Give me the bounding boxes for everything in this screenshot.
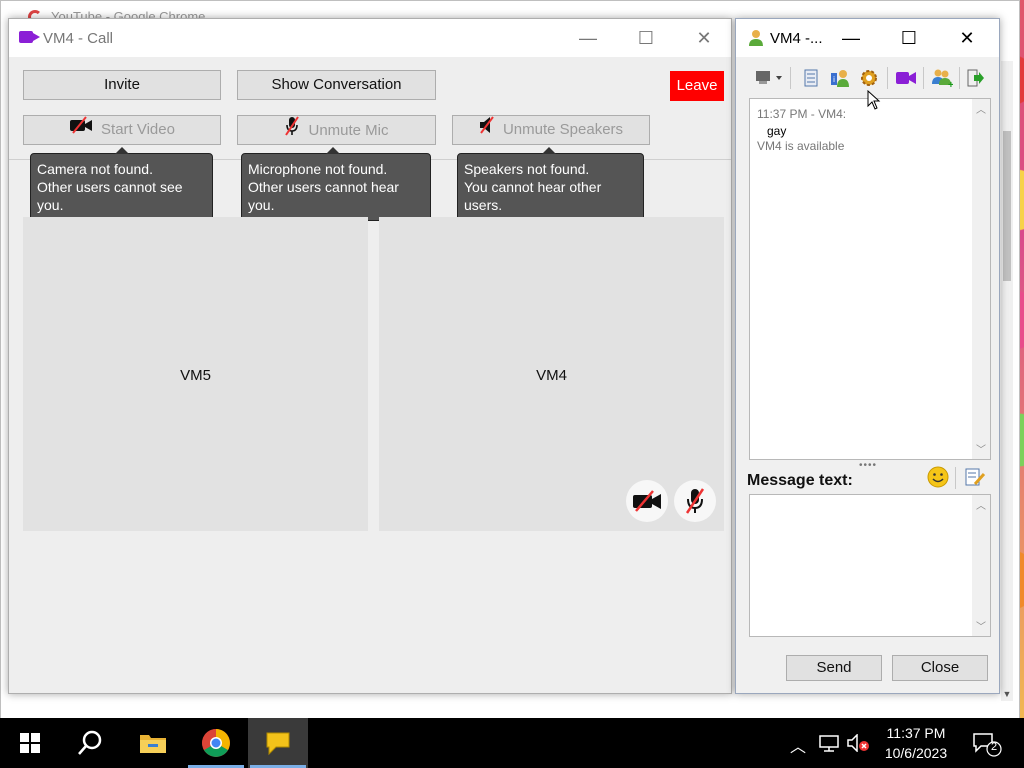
unmute-speakers-button[interactable]: Unmute Speakers (452, 115, 650, 145)
video-call-icon[interactable] (895, 67, 917, 89)
close-conversation-button[interactable]: Close (892, 655, 988, 681)
input-scrollbar[interactable]: ︿ ﹀ (972, 495, 990, 636)
invite-button[interactable]: Invite (23, 70, 221, 100)
computer-dropdown-icon[interactable] (754, 67, 784, 89)
unmute-mic-button[interactable]: Unmute Mic (237, 115, 436, 145)
user-icon (748, 29, 764, 52)
scroll-down-arrow-icon[interactable]: ﹀ (972, 441, 990, 457)
chrome-scrollbar[interactable]: ▼ (1001, 61, 1013, 701)
tooltip-line: Microphone not found. (248, 161, 388, 177)
notifications-icon[interactable]: 2 (972, 731, 1002, 762)
message-timestamp: 11:37 PM - VM4: (757, 107, 847, 121)
message-input[interactable]: ︿ ﹀ (749, 494, 991, 637)
tooltip-line: Other users cannot see you. (37, 179, 183, 213)
video-off-icon (626, 480, 668, 522)
leave-button[interactable]: Leave (670, 71, 724, 101)
show-conversation-button[interactable]: Show Conversation (237, 70, 436, 100)
add-participant-icon[interactable]: + (931, 67, 953, 89)
participant-name: VM4 (536, 367, 567, 384)
speakers-tooltip: Speakers not found. You cannot hear othe… (457, 147, 644, 221)
history-book-icon[interactable] (800, 67, 822, 89)
clock-time: 11:37 PM (886, 725, 946, 741)
user-info-icon[interactable]: i (829, 67, 851, 89)
emoji-icon[interactable] (927, 466, 949, 493)
video-off-icon (69, 116, 93, 144)
maximize-button[interactable]: ☐ (623, 19, 669, 57)
format-edit-icon[interactable] (964, 467, 986, 492)
conversation-window-title: VM4 -... (770, 30, 823, 47)
notification-count: 2 (990, 741, 998, 753)
minimize-button[interactable]: — (828, 19, 874, 57)
toolbar-separator (959, 67, 960, 89)
mic-off-icon (284, 116, 300, 146)
volume-muted-icon[interactable] (847, 733, 871, 757)
file-explorer-icon[interactable] (123, 718, 183, 768)
call-titlebar[interactable]: VM4 - Call — ☐ ✕ (9, 19, 731, 57)
show-hidden-icons-chevron-icon[interactable]: ︿ (790, 733, 806, 757)
svg-text:i: i (833, 75, 835, 84)
scroll-up-arrow-icon[interactable]: ︿ (972, 497, 990, 513)
scrollbar-thumb[interactable] (1003, 131, 1011, 281)
start-video-button[interactable]: Start Video (23, 115, 221, 145)
call-window: VM4 - Call — ☐ ✕ Invite Show Conversatio… (8, 18, 732, 694)
taskbar: ︿ 11:37 PM 10/6/2023 2 (0, 718, 1024, 768)
exit-arrow-icon[interactable] (965, 67, 987, 89)
toolbar-separator (887, 67, 888, 89)
video-camera-icon (19, 31, 40, 43)
toolbar-separator (923, 67, 924, 89)
search-icon[interactable] (60, 718, 120, 768)
tooltip-line: Camera not found. (37, 161, 153, 177)
network-icon[interactable] (818, 734, 840, 757)
unmute-mic-label: Unmute Mic (308, 121, 389, 139)
participant-tile-vm5[interactable]: VM5 (23, 217, 368, 531)
chrome-taskbar-icon[interactable] (186, 718, 246, 768)
scroll-down-arrow-icon[interactable]: ﹀ (972, 618, 990, 634)
participant-name: VM5 (180, 367, 211, 384)
clock-date: 10/6/2023 (884, 745, 948, 761)
camera-tooltip: Camera not found. Other users cannot see… (30, 147, 213, 221)
splitter-grip[interactable]: •••• (859, 460, 877, 471)
status-text: VM4 is available (757, 139, 845, 153)
scroll-up-arrow-icon[interactable]: ︿ (972, 101, 990, 117)
toolbar-separator (955, 467, 956, 489)
message-text: gay (767, 124, 787, 138)
chat-app-icon[interactable] (248, 718, 308, 768)
conversation-window: VM4 -... — ☐ ✕ i + 11:37 PM - VM4: gay V… (735, 18, 1000, 694)
speaker-off-icon (479, 116, 495, 144)
start-video-label: Start Video (101, 121, 175, 138)
message-text-label: Message text: (747, 472, 853, 489)
unmute-speakers-label: Unmute Speakers (502, 121, 624, 138)
mic-off-icon (674, 480, 716, 522)
toolbar-separator (790, 67, 791, 89)
participant-tile-vm4[interactable]: VM4 (379, 217, 724, 531)
tooltip-line: Other users cannot hear you. (248, 179, 399, 213)
svg-text:+: + (948, 80, 953, 88)
close-button[interactable]: ✕ (944, 19, 990, 57)
close-button[interactable]: ✕ (681, 19, 727, 57)
send-button[interactable]: Send (786, 655, 882, 681)
tooltip-line: Speakers not found. (464, 161, 590, 177)
scroll-down-arrow-icon[interactable]: ▼ (1001, 689, 1013, 701)
history-scrollbar[interactable]: ︿ ﹀ (972, 99, 990, 459)
settings-gear-icon[interactable] (858, 67, 880, 89)
conversation-titlebar[interactable]: VM4 -... — ☐ ✕ (736, 19, 999, 57)
maximize-button[interactable]: ☐ (886, 19, 932, 57)
tooltip-line: You cannot hear other users. (464, 179, 602, 213)
start-button[interactable] (0, 718, 60, 768)
microphone-tooltip: Microphone not found. Other users cannot… (241, 147, 431, 221)
mouse-pointer-icon (867, 89, 881, 115)
chat-history[interactable]: 11:37 PM - VM4: gay VM4 is available ︿ ﹀ (749, 98, 991, 460)
minimize-button[interactable]: — (565, 19, 611, 57)
clock[interactable]: 11:37 PM 10/6/2023 (870, 723, 962, 763)
conversation-toolbar: i + (748, 63, 994, 93)
call-window-title: VM4 - Call (43, 30, 114, 47)
